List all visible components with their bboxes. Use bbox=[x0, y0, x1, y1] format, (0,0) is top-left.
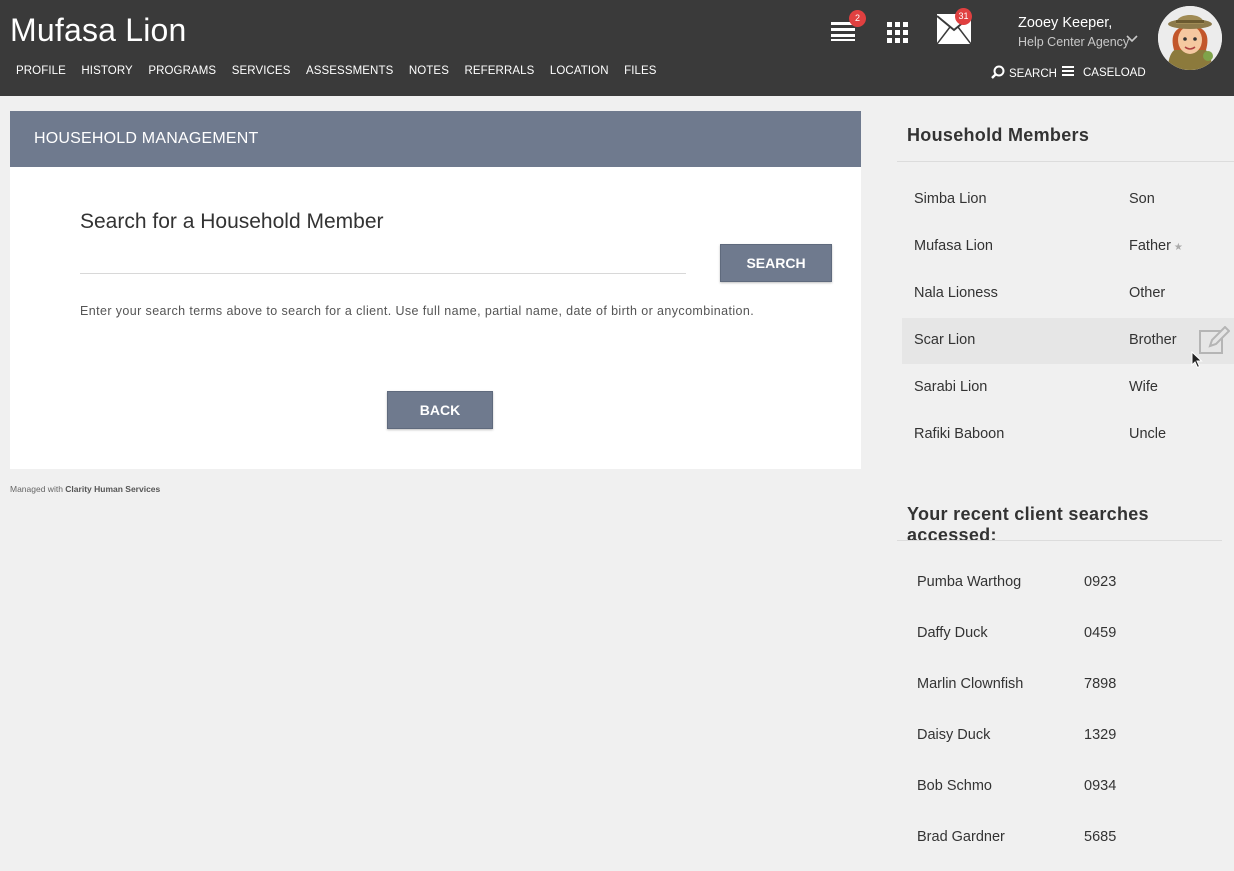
mail-icon[interactable]: 31 bbox=[936, 8, 972, 45]
avatar[interactable] bbox=[1158, 6, 1222, 70]
member-relation: Wife bbox=[1129, 379, 1158, 395]
queue-icon[interactable]: 2 bbox=[829, 10, 866, 44]
search-button[interactable]: SEARCH bbox=[720, 244, 832, 282]
user-agency[interactable]: Help Center Agency bbox=[1018, 35, 1129, 49]
mouse-cursor-icon bbox=[1191, 350, 1203, 374]
member-relation: Son bbox=[1129, 191, 1155, 207]
recent-client-id: 1329 bbox=[1084, 727, 1117, 743]
nav-notes[interactable]: NOTES bbox=[409, 65, 449, 77]
nav-assessments[interactable]: ASSESSMENTS bbox=[306, 65, 393, 77]
header-search-link[interactable]: SEARCH bbox=[991, 65, 1057, 82]
back-button[interactable]: BACK bbox=[387, 391, 493, 429]
client-name: Mufasa Lion bbox=[10, 12, 187, 48]
member-name: Simba Lion bbox=[914, 191, 987, 207]
search-icon bbox=[991, 65, 1005, 82]
apps-grid-icon[interactable] bbox=[887, 22, 909, 44]
messages-badge: 31 bbox=[955, 8, 972, 25]
recent-client-name: Daisy Duck bbox=[917, 727, 991, 743]
member-relation-wrap: Father ★ bbox=[1129, 238, 1183, 254]
search-title: Search for a Household Member bbox=[80, 210, 384, 233]
nav-referrals[interactable]: REFERRALS bbox=[464, 65, 534, 77]
household-member-row[interactable]: Nala Lioness Other bbox=[902, 271, 1234, 317]
member-name: Rafiki Baboon bbox=[914, 426, 1005, 442]
recent-client-name: Pumba Warthog bbox=[917, 574, 1022, 590]
client-nav: PROFILE HISTORY PROGRAMS SERVICES ASSESS… bbox=[16, 65, 657, 77]
nav-programs[interactable]: PROGRAMS bbox=[148, 65, 216, 77]
nav-history[interactable]: HISTORY bbox=[81, 65, 132, 77]
nav-files[interactable]: FILES bbox=[624, 65, 656, 77]
household-member-row[interactable]: Simba Lion Son bbox=[902, 177, 1234, 223]
member-relation: Father bbox=[1129, 238, 1171, 254]
household-management-panel: HOUSEHOLD MANAGEMENT Search for a Househ… bbox=[10, 111, 861, 469]
nav-location[interactable]: LOCATION bbox=[550, 65, 609, 77]
footer: Managed with Clarity Human Services bbox=[10, 484, 160, 494]
recent-client-id: 0459 bbox=[1084, 625, 1117, 641]
footer-brand[interactable]: Clarity Human Services bbox=[65, 484, 160, 494]
recent-client-id: 0934 bbox=[1084, 778, 1117, 794]
household-member-row[interactable]: Sarabi Lion Wife bbox=[902, 365, 1234, 411]
queue-badge: 2 bbox=[849, 10, 866, 27]
member-relation: Other bbox=[1129, 285, 1166, 301]
divider bbox=[897, 161, 1234, 162]
search-helper-text: Enter your search terms above to search … bbox=[80, 304, 755, 318]
nav-profile[interactable]: PROFILE bbox=[16, 65, 66, 77]
footer-prefix: Managed with bbox=[10, 484, 63, 494]
member-name: Sarabi Lion bbox=[914, 379, 988, 395]
member-name: Scar Lion bbox=[914, 332, 976, 348]
recent-client-id: 5685 bbox=[1084, 829, 1117, 845]
nav-services[interactable]: SERVICES bbox=[232, 65, 291, 77]
header-caseload-label: CASELOAD bbox=[1083, 66, 1146, 79]
head-of-household-star-icon: ★ bbox=[1173, 242, 1183, 253]
recent-client-name: Brad Gardner bbox=[917, 829, 1005, 845]
header-search-label: SEARCH bbox=[1009, 67, 1057, 80]
menu-icon bbox=[1062, 65, 1074, 80]
recent-client-id: 7898 bbox=[1084, 676, 1117, 692]
panel-title: HOUSEHOLD MANAGEMENT bbox=[10, 111, 861, 167]
household-member-row[interactable]: Mufasa Lion Father ★ bbox=[902, 224, 1234, 270]
chevron-down-icon[interactable] bbox=[1126, 30, 1138, 48]
recent-client-name: Daffy Duck bbox=[917, 625, 988, 641]
recent-client-name: Bob Schmo bbox=[917, 778, 992, 794]
household-search-input[interactable] bbox=[80, 249, 686, 274]
member-relation: Uncle bbox=[1129, 426, 1167, 442]
top-header: Mufasa Lion PROFILE HISTORY PROGRAMS SER… bbox=[0, 0, 1234, 96]
divider bbox=[897, 540, 1222, 541]
recent-client-name: Marlin Clownfish bbox=[917, 676, 1024, 692]
header-caseload-link[interactable]: CASELOAD bbox=[1062, 65, 1146, 80]
household-member-row[interactable]: Rafiki Baboon Uncle bbox=[902, 412, 1234, 458]
user-name[interactable]: Zooey Keeper, bbox=[1018, 15, 1112, 31]
member-relation: Brother bbox=[1129, 332, 1177, 348]
member-name: Mufasa Lion bbox=[914, 238, 993, 254]
recent-client-id: 0923 bbox=[1084, 574, 1117, 590]
member-name: Nala Lioness bbox=[914, 285, 998, 301]
household-member-row-hovered[interactable]: Scar Lion Brother bbox=[902, 318, 1234, 364]
household-members-title: Household Members bbox=[907, 125, 1090, 145]
